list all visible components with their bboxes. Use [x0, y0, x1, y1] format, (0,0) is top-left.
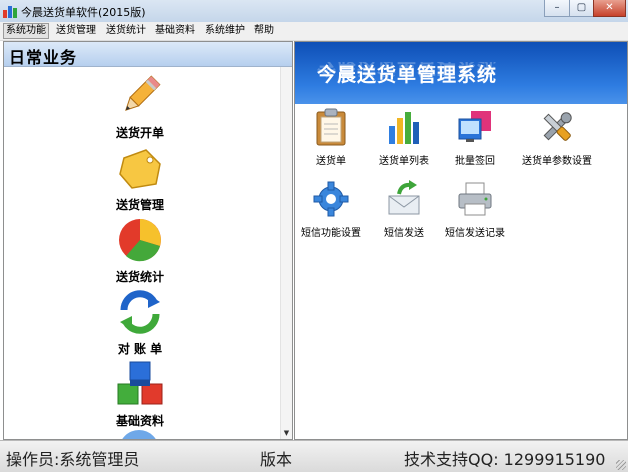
title-bar: 今晨送货单软件(2015版) – ▢ ✕: [0, 0, 628, 22]
nav-delivery-management[interactable]: 送货管理: [90, 144, 190, 213]
nav-statement[interactable]: 对 账 单: [90, 288, 190, 357]
tile-delivery-note[interactable]: 送货单: [295, 108, 371, 167]
window-title: 今晨送货单软件(2015版): [21, 6, 146, 19]
refresh-arrows-icon: [120, 290, 160, 334]
printer-icon: [458, 182, 492, 216]
nav-label: 对 账 单: [117, 342, 163, 356]
tile-delivery-settings[interactable]: 送货单参数设置: [507, 108, 607, 167]
tag-icon: [119, 149, 161, 189]
function-panel: 今晨送货单管理系统 今晨送货单管理系统 送货单 送货单列表 批量签回 送货单参数…: [294, 41, 628, 440]
menu-basic-data[interactable]: 基础资料: [153, 24, 197, 38]
nav-create-delivery[interactable]: 送货开单: [90, 72, 190, 141]
support-status: 技术支持QQ: 1299915190: [404, 450, 606, 469]
tile-sms-log[interactable]: 短信发送记录: [435, 180, 515, 239]
tile-label: 送货单: [316, 156, 346, 167]
panel-title: 日常业务: [9, 48, 78, 67]
tile-batch-signback[interactable]: 批量签回: [435, 108, 515, 167]
menu-bar: 系统功能 送货管理 送货统计 基础资料 系统维护 帮助: [0, 22, 628, 41]
scroll-down-icon[interactable]: ▼: [281, 428, 292, 439]
clipboard-icon: [316, 108, 346, 146]
resize-grip-icon[interactable]: [616, 460, 626, 470]
pie-chart-icon: [119, 219, 161, 262]
pencil-icon: [125, 75, 161, 111]
menu-delivery-management[interactable]: 送货管理: [54, 24, 98, 38]
banner-title-reflection: 今晨送货单管理系统: [317, 62, 498, 78]
menu-help[interactable]: 帮助: [252, 24, 276, 38]
globe-icon: [119, 430, 159, 439]
nav-label: 送货管理: [115, 198, 164, 212]
tile-sms-settings[interactable]: 短信功能设置: [295, 180, 371, 239]
tile-label: 送货单参数设置: [522, 156, 592, 167]
banner: 今晨送货单管理系统 今晨送货单管理系统: [295, 42, 627, 104]
menu-system-functions[interactable]: 系统功能: [3, 23, 49, 39]
minimize-button[interactable]: –: [544, 0, 570, 17]
tile-label: 批量签回: [455, 156, 495, 167]
menu-system-maintenance[interactable]: 系统维护: [203, 24, 247, 38]
maximize-icon: ▢: [576, 2, 587, 13]
tile-delivery-list[interactable]: 送货单列表: [364, 108, 444, 167]
maximize-button[interactable]: ▢: [569, 0, 594, 17]
menu-delivery-statistics[interactable]: 送货统计: [104, 24, 148, 38]
close-button[interactable]: ✕: [593, 0, 626, 17]
send-mail-icon: [388, 180, 420, 215]
daily-business-panel: 日常业务 送货开单 送货管理 送货统计 对 账 单 基础资料 ▼: [3, 41, 293, 440]
tile-label: 短信发送: [384, 228, 424, 239]
tile-label: 送货单列表: [379, 156, 429, 167]
close-icon: ✕: [605, 2, 614, 13]
tile-sms-send[interactable]: 短信发送: [364, 180, 444, 239]
bar-chart-icon: [389, 112, 419, 144]
operator-status: 操作员:系统管理员: [6, 450, 140, 469]
status-bar: 操作员:系统管理员 版本 技术支持QQ: 1299915190: [0, 440, 628, 472]
nav-delivery-statistics[interactable]: 送货统计: [90, 216, 190, 285]
nav-label: 送货统计: [115, 270, 164, 284]
nav-basic-data[interactable]: 基础资料: [90, 360, 190, 429]
gear-icon: [313, 181, 349, 217]
monitor-icon: [458, 111, 491, 142]
blocks-icon: [117, 361, 163, 405]
panel-header: 日常业务: [4, 42, 292, 67]
tile-label: 短信功能设置: [301, 228, 361, 239]
nav-label: 送货开单: [115, 126, 164, 140]
tile-label: 短信发送记录: [445, 228, 505, 239]
tools-icon: [543, 112, 572, 141]
minimize-icon: –: [554, 2, 560, 13]
left-panel-scrollbar[interactable]: ▼: [280, 67, 292, 439]
nav-label: 基础资料: [115, 414, 164, 428]
app-logo-icon: [3, 6, 17, 18]
version-status: 版本: [260, 450, 293, 469]
